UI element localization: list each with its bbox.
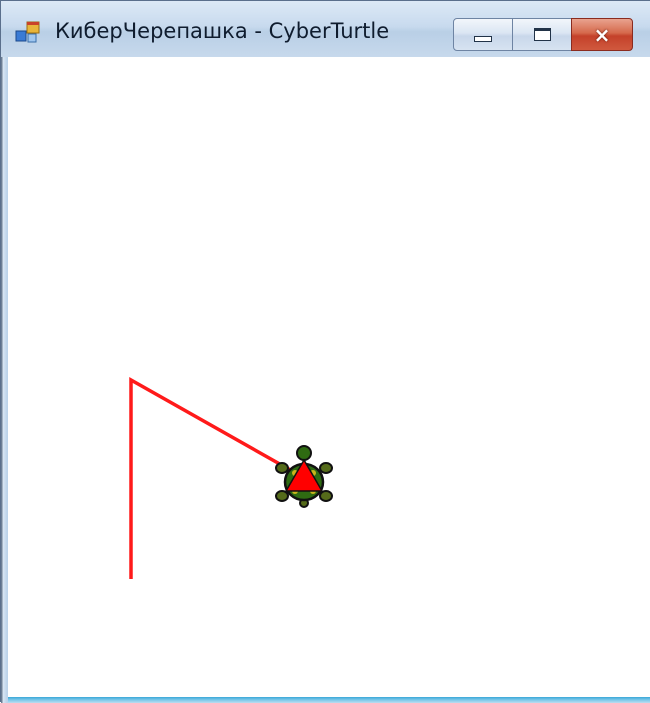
turtle-icon (275, 445, 333, 508)
turtle-path (129, 377, 302, 579)
window-bottom-border (8, 697, 650, 703)
turtle-canvas (129, 377, 333, 579)
app-window: КиберЧерепашка - CyberTurtle × (0, 0, 650, 703)
